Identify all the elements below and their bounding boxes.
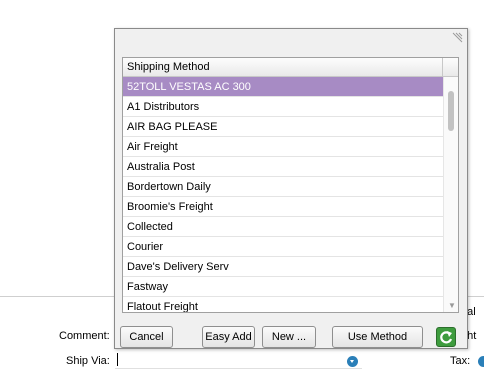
list-item[interactable]: Broomie's Freight [123,197,443,217]
cancel-button[interactable]: Cancel [120,326,173,348]
list-item[interactable]: A1 Distributors [123,97,443,117]
list-rows: 52TOLL VESTAS AC 300 A1 Distributors AIR B… [123,77,443,312]
scrollbar-thumb[interactable] [448,91,454,131]
easy-add-button[interactable]: Easy Add [202,326,255,348]
refresh-button[interactable] [436,327,456,347]
shipping-method-popup: Shipping Method 52TOLL VESTAS AC 300 A1 D… [114,28,468,349]
vertical-scrollbar[interactable]: ▼ [443,77,458,312]
scroll-down-icon[interactable]: ▼ [448,301,456,310]
tax-dropdown-icon[interactable] [478,356,484,367]
text-caret [117,353,118,366]
list-item[interactable]: Dave's Delivery Serv [123,257,443,277]
header-corner [443,58,458,77]
comment-label: Comment: [59,330,110,342]
refresh-icon [440,331,453,344]
list-item[interactable]: 52TOLL VESTAS AC 300 [123,77,443,97]
shipping-method-list[interactable]: Shipping Method 52TOLL VESTAS AC 300 A1 D… [122,57,459,313]
use-method-button[interactable]: Use Method [332,326,423,348]
ship-via-label: Ship Via: [66,355,110,367]
list-item[interactable]: Fastway [123,277,443,297]
list-item[interactable]: AIR BAG PLEASE [123,117,443,137]
new-button[interactable]: New ... [262,326,316,348]
list-item[interactable]: Bordertown Daily [123,177,443,197]
list-item[interactable]: Courier [123,237,443,257]
list-item[interactable]: Air Freight [123,137,443,157]
resize-grip-icon[interactable] [451,32,463,44]
tax-label: Tax: [450,355,471,367]
list-item[interactable]: Flatout Freight [123,297,443,312]
list-item[interactable]: Collected [123,217,443,237]
column-header-shipping-method[interactable]: Shipping Method [123,58,443,77]
list-item[interactable]: Australia Post [123,157,443,177]
ship-via-input[interactable] [115,351,362,369]
ship-via-dropdown-icon[interactable] [347,356,358,367]
